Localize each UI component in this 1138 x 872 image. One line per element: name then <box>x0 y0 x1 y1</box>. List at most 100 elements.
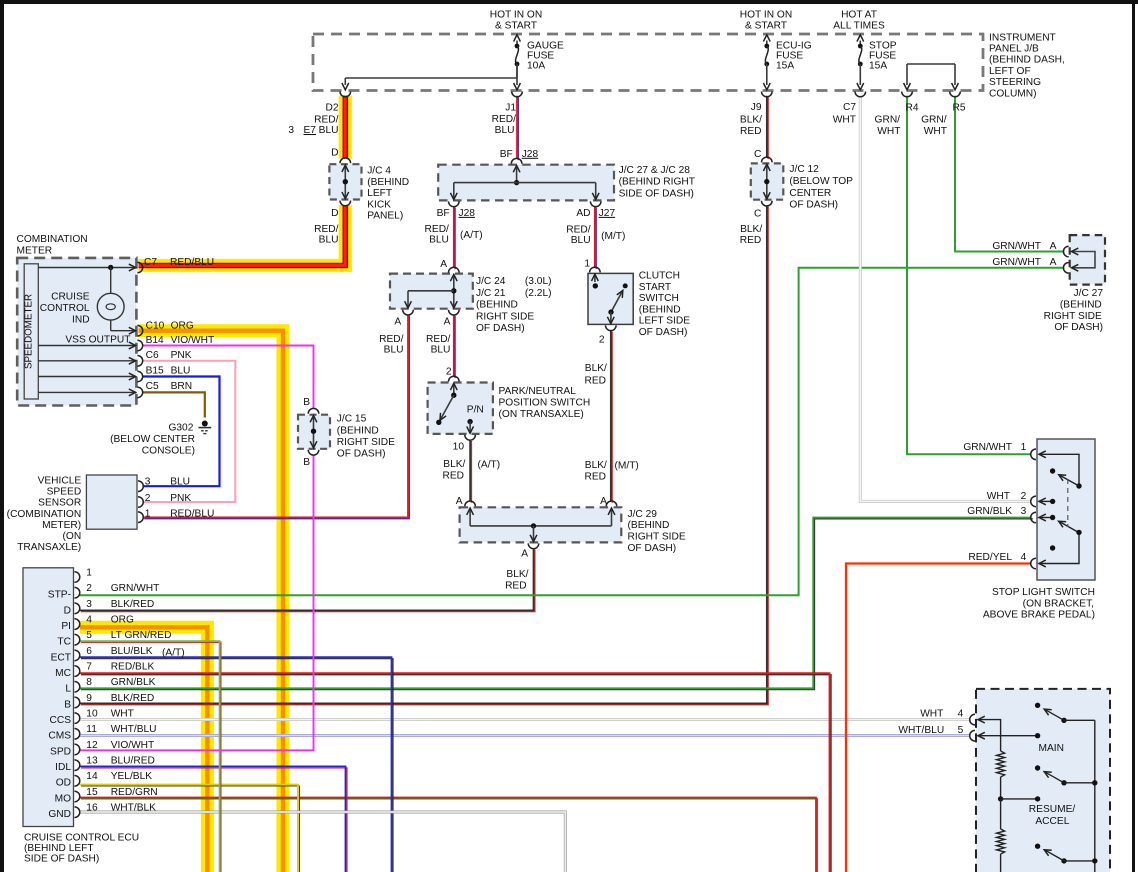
svg-text:RED: RED <box>584 375 606 386</box>
svg-text:1: 1 <box>86 567 92 578</box>
svg-text:2: 2 <box>86 583 92 594</box>
svg-text:BLU: BLU <box>319 235 339 246</box>
svg-text:1: 1 <box>1021 442 1027 453</box>
svg-text:4: 4 <box>86 614 92 625</box>
svg-text:WHT: WHT <box>920 708 943 719</box>
svg-text:(BEHIND RIGHT: (BEHIND RIGHT <box>619 177 695 188</box>
svg-text:(BEHIND DASH,: (BEHIND DASH, <box>989 55 1065 66</box>
svg-text:(ON BRACKET,: (ON BRACKET, <box>1023 598 1094 609</box>
svg-text:RED: RED <box>740 126 762 137</box>
svg-text:INSTRUMENT: INSTRUMENT <box>989 32 1056 43</box>
svg-text:10: 10 <box>86 709 98 720</box>
svg-text:16: 16 <box>86 803 98 814</box>
svg-text:D2: D2 <box>325 103 338 114</box>
svg-text:OF DASH): OF DASH) <box>628 543 677 554</box>
svg-text:BLK/: BLK/ <box>585 363 607 374</box>
svg-text:HOT AT: HOT AT <box>841 10 877 21</box>
svg-text:J/C 21: J/C 21 <box>476 288 506 299</box>
svg-text:CLUTCH: CLUTCH <box>639 271 680 282</box>
svg-text:GRN/: GRN/ <box>921 114 947 125</box>
svg-text:14: 14 <box>86 771 98 782</box>
svg-text:RED/BLK: RED/BLK <box>111 661 155 672</box>
svg-text:VIO/WHT: VIO/WHT <box>111 740 155 751</box>
svg-text:BLU: BLU <box>384 345 404 356</box>
svg-text:10A: 10A <box>527 61 545 72</box>
svg-text:VEHICLE: VEHICLE <box>38 476 82 487</box>
svg-text:B15: B15 <box>146 365 164 376</box>
svg-text:C6: C6 <box>146 350 159 361</box>
svg-text:RIGHT SIDE: RIGHT SIDE <box>1044 311 1102 322</box>
svg-text:IND: IND <box>72 315 90 326</box>
svg-text:A: A <box>600 496 607 507</box>
svg-text:SIDE OF DASH): SIDE OF DASH) <box>24 854 99 865</box>
svg-text:PNK: PNK <box>170 493 191 504</box>
svg-text:A: A <box>521 549 528 560</box>
svg-text:BLU/BLK: BLU/BLK <box>111 646 153 657</box>
svg-text:RIGHT SIDE: RIGHT SIDE <box>337 437 395 448</box>
svg-text:GRN/: GRN/ <box>875 114 901 125</box>
svg-text:(COMBINATION: (COMBINATION <box>7 509 82 520</box>
svg-text:OD: OD <box>56 778 71 789</box>
svg-text:11: 11 <box>86 724 97 735</box>
svg-text:J/C 27 & J/C 28: J/C 27 & J/C 28 <box>619 165 691 176</box>
svg-text:HOT IN ON: HOT IN ON <box>490 10 542 21</box>
svg-text:BRN: BRN <box>171 381 193 392</box>
svg-text:KICK: KICK <box>367 199 391 210</box>
svg-text:R4: R4 <box>906 102 919 113</box>
svg-text:LT GRN/RED: LT GRN/RED <box>111 630 172 641</box>
svg-text:ECT: ECT <box>51 652 71 663</box>
svg-text:GRN/BLK: GRN/BLK <box>967 506 1012 517</box>
svg-text:2: 2 <box>145 493 151 504</box>
svg-text:4: 4 <box>958 708 964 719</box>
svg-text:MAIN: MAIN <box>1039 743 1064 754</box>
svg-text:J9: J9 <box>751 102 762 113</box>
svg-text:BLK/: BLK/ <box>740 115 762 126</box>
svg-text:2: 2 <box>599 334 605 345</box>
svg-text:BLU: BLU <box>319 125 339 136</box>
svg-text:RIGHT SIDE: RIGHT SIDE <box>476 311 534 322</box>
svg-text:YEL/BLK: YEL/BLK <box>111 771 153 782</box>
svg-text:A: A <box>1050 257 1057 268</box>
svg-text:3: 3 <box>86 599 92 610</box>
svg-text:WHT: WHT <box>924 126 947 137</box>
svg-text:BLK/: BLK/ <box>585 460 607 471</box>
svg-text:3: 3 <box>288 125 294 136</box>
svg-text:A: A <box>394 316 401 327</box>
svg-text:9: 9 <box>86 693 92 704</box>
svg-text:J/C 4: J/C 4 <box>367 166 391 177</box>
svg-text:RED: RED <box>505 581 527 592</box>
svg-text:C5: C5 <box>146 381 159 392</box>
svg-text:J/C 24: J/C 24 <box>476 276 506 287</box>
svg-text:(BELOW CENTER: (BELOW CENTER <box>110 434 195 445</box>
svg-text:J28: J28 <box>522 149 539 160</box>
svg-text:WHT: WHT <box>111 709 134 720</box>
svg-text:(2.2L): (2.2L) <box>525 288 552 299</box>
svg-text:CONTROL: CONTROL <box>40 303 90 314</box>
svg-text:CONSOLE): CONSOLE) <box>142 445 195 456</box>
svg-text:BLU: BLU <box>431 345 451 356</box>
svg-text:(BEHIND: (BEHIND <box>1060 300 1102 311</box>
svg-text:AD: AD <box>576 208 590 219</box>
svg-text:GRN/WHT: GRN/WHT <box>111 583 160 594</box>
svg-text:(BEHIND: (BEHIND <box>337 425 379 436</box>
svg-text:WHT: WHT <box>877 126 900 137</box>
svg-text:STP-: STP- <box>48 590 71 601</box>
svg-text:SPEED: SPEED <box>47 487 82 498</box>
svg-text:RED: RED <box>584 472 606 483</box>
svg-text:2: 2 <box>446 367 452 378</box>
svg-text:A: A <box>1050 241 1057 252</box>
svg-text:GRN/WHT: GRN/WHT <box>963 442 1012 453</box>
svg-text:SPEEDOMETER: SPEEDOMETER <box>23 294 34 369</box>
svg-text:BF: BF <box>437 208 450 219</box>
svg-text:SENSOR: SENSOR <box>38 498 81 509</box>
svg-text:WHT/BLU: WHT/BLU <box>111 724 157 735</box>
svg-text:4: 4 <box>1021 552 1027 563</box>
svg-text:A: A <box>444 316 451 327</box>
svg-text:RED/: RED/ <box>426 334 451 345</box>
svg-text:(A/T): (A/T) <box>162 648 185 659</box>
svg-text:RED/BLU: RED/BLU <box>170 257 214 268</box>
svg-text:WHT/BLU: WHT/BLU <box>898 725 944 736</box>
svg-text:D: D <box>64 605 71 616</box>
svg-text:BF: BF <box>500 149 513 160</box>
svg-text:D: D <box>331 147 338 158</box>
